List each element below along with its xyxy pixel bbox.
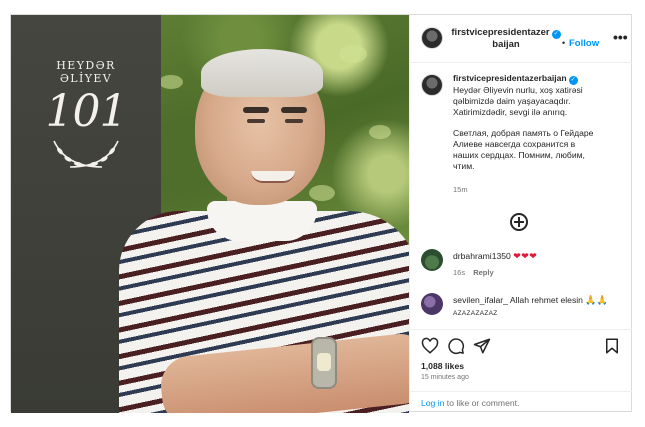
instagram-post: HEYDƏR ƏLİYEV 101 firstvicepresidentazer… [10, 14, 632, 413]
verified-badge-icon: ✓ [568, 76, 578, 85]
brand-number: 101 [45, 86, 128, 137]
portrait-brow [243, 107, 269, 113]
portrait-smile [251, 171, 295, 183]
caption-line: Светлая, добрая память о Гейдаре [453, 128, 594, 138]
caption-avatar[interactable] [421, 74, 443, 96]
shirt-collar [207, 201, 317, 241]
caption-line: Heydər Əliyevin nurlu, xoş xatirəsi [453, 85, 583, 95]
login-link[interactable]: Log in [421, 398, 444, 408]
portrait-hair [201, 49, 323, 97]
commenter-avatar[interactable] [421, 249, 443, 271]
post-sidebar: firstvicepresidentazer ✓ baijan • Follow … [409, 15, 632, 413]
folded-hands-emoji: 🙏🙏 [585, 295, 608, 305]
add-comment-icon[interactable] [510, 213, 528, 231]
comment-text: Allah rehmet elesin [509, 295, 583, 305]
caption-username[interactable]: firstvicepresidentazerbaijan [453, 73, 567, 83]
brand-name: HEYDƏR ƏLİYEV [56, 59, 116, 85]
comment-bubble-icon[interactable] [447, 337, 465, 355]
comment-subtext: AZAZAZAZAZ [453, 310, 498, 317]
like-heart-icon[interactable] [421, 337, 439, 355]
caption-line: Алиеве навсегда сохранится в [453, 139, 576, 149]
caption-timestamp[interactable]: 15m [453, 185, 468, 194]
author-avatar[interactable] [421, 27, 443, 49]
caption-line: наших сердцах. Помним, любим, [453, 150, 585, 160]
commenter-avatar[interactable] [421, 293, 443, 315]
post-image[interactable]: HEYDƏR ƏLİYEV 101 [11, 15, 409, 413]
portrait-brow [281, 107, 307, 113]
post-caption: firstvicepresidentazerbaijan ✓ Heydər Əli… [410, 63, 632, 225]
reply-button[interactable]: Reply [473, 268, 493, 277]
portrait-eye [247, 119, 265, 123]
login-prompt-text: to like or comment. [444, 398, 520, 408]
share-send-icon[interactable] [473, 337, 491, 355]
portrait-eye [285, 119, 303, 123]
save-bookmark-icon[interactable] [603, 337, 621, 355]
heart-emoji: ❤❤❤ [513, 251, 538, 261]
login-prompt: Log in to like or comment. [410, 391, 632, 413]
verified-badge-icon: ✓ [551, 30, 561, 39]
wristwatch [311, 337, 337, 389]
more-options-icon[interactable]: ••• [613, 29, 628, 45]
likes-count[interactable]: 1,088 likes [421, 361, 464, 371]
post-header: firstvicepresidentazer ✓ baijan • Follow … [410, 15, 632, 63]
commenter-username[interactable]: sevilen_ifalar_ [453, 295, 508, 305]
comment-timestamp: 16s [453, 268, 466, 277]
anniversary-badge: HEYDƏR ƏLİYEV 101 [31, 59, 141, 171]
caption-line: чтим. [453, 161, 475, 171]
follow-button[interactable]: Follow [569, 38, 599, 49]
author-username[interactable]: firstvicepresidentazer ✓ baijan [450, 27, 562, 51]
laurel-wreath-icon [53, 140, 119, 168]
commenter-username[interactable]: drbahrami1350 [453, 251, 511, 261]
action-bar [410, 329, 632, 359]
caption-line: qəlbimizdə daim yaşayacaqdır. [453, 96, 571, 106]
post-timestamp[interactable]: 15 minutes ago [421, 374, 469, 381]
caption-line: Xatirimizdədir, sevgi ilə anırıq. [453, 107, 568, 117]
separator-dot: • [562, 38, 566, 48]
